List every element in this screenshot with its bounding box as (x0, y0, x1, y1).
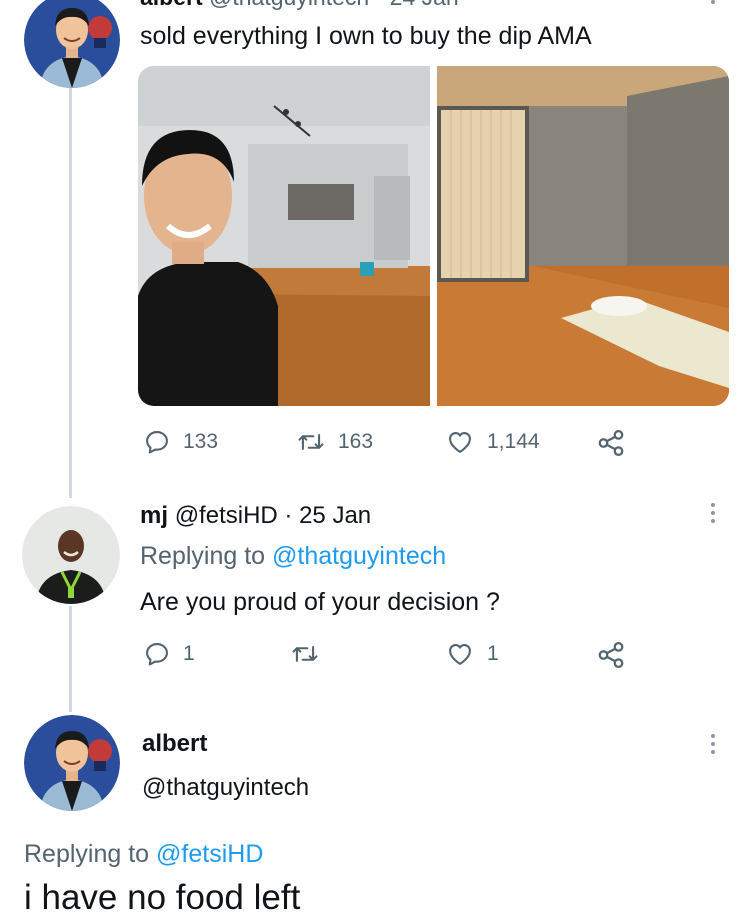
tweet1-retweet-button[interactable]: 163 (296, 428, 373, 456)
tweet2-replying-prefix: Replying to (140, 542, 266, 570)
tweet2-reply-button[interactable]: 1 (143, 640, 195, 668)
tweet1-retweet-count: 163 (338, 430, 374, 453)
tweet2-like-button[interactable]: 1 (445, 640, 499, 668)
reply-icon (146, 643, 168, 666)
more-icon[interactable] (710, 503, 716, 527)
more-icon[interactable] (710, 0, 716, 8)
tweet2-retweet-button[interactable] (290, 640, 332, 668)
tweet1-separator: · (376, 0, 384, 10)
tweet2-author-handle[interactable]: @fetsiHD (175, 502, 278, 529)
retweet-icon (292, 646, 318, 662)
tweet1-like-count: 1,144 (487, 430, 540, 453)
tweet1-photo-selfie[interactable] (138, 66, 430, 406)
tweet2-replying-to: Replying to @thatguyintech (140, 542, 446, 571)
tweet3-replying-to: Replying to @fetsiHD (24, 840, 263, 869)
retweet-icon (298, 434, 324, 450)
tweet2-share-button[interactable] (596, 640, 626, 670)
tweet3-author-name[interactable]: albert (142, 730, 207, 758)
tweet2-reply-count: 1 (183, 642, 195, 665)
tweet2-text: Are you proud of your decision ? (140, 588, 500, 616)
tweet1-reply-button[interactable]: 133 (143, 428, 218, 456)
avatar-albert-main[interactable] (24, 715, 120, 811)
avatar-mj[interactable] (22, 506, 120, 604)
tweet2-like-count: 1 (487, 642, 499, 665)
tweet1-date[interactable]: 24 Jan (390, 0, 459, 10)
tweet2-separator: · (284, 502, 293, 529)
thread-line-top (69, 86, 72, 498)
tweet1-text: sold everything I own to buy the dip AMA (140, 22, 592, 50)
tweet1-photo-empty-room[interactable] (437, 66, 729, 406)
tweet3-replying-handle[interactable]: @fetsiHD (156, 840, 263, 868)
tweet1-header: albert @thatguyintech · 24 Jan (140, 0, 459, 11)
tweet2-author-name[interactable]: mj (140, 502, 168, 529)
tweet1-author-handle[interactable]: @thatguyintech (209, 0, 369, 10)
tweet1-like-button[interactable]: 1,144 (445, 428, 540, 456)
tweet3-text: i have no food left (24, 878, 301, 917)
tweet1-author-name[interactable]: albert (140, 0, 203, 10)
thread-line-middle (69, 606, 72, 712)
more-icon[interactable] (710, 734, 716, 758)
heart-icon (449, 431, 471, 453)
tweet2-date[interactable]: 25 Jan (299, 502, 371, 529)
share-icon (598, 430, 624, 456)
heart-icon (449, 643, 471, 665)
tweet2-header: mj @fetsiHD · 25 Jan (140, 502, 371, 530)
tweet3-author-handle[interactable]: @thatguyintech (142, 774, 309, 802)
reply-icon (146, 431, 168, 454)
share-icon (598, 642, 624, 668)
tweet3-replying-prefix: Replying to (24, 840, 150, 868)
tweet2-replying-handle[interactable]: @thatguyintech (272, 542, 446, 570)
avatar-albert[interactable] (24, 0, 120, 88)
tweet1-reply-count: 133 (183, 430, 219, 453)
tweet1-share-button[interactable] (596, 428, 626, 458)
